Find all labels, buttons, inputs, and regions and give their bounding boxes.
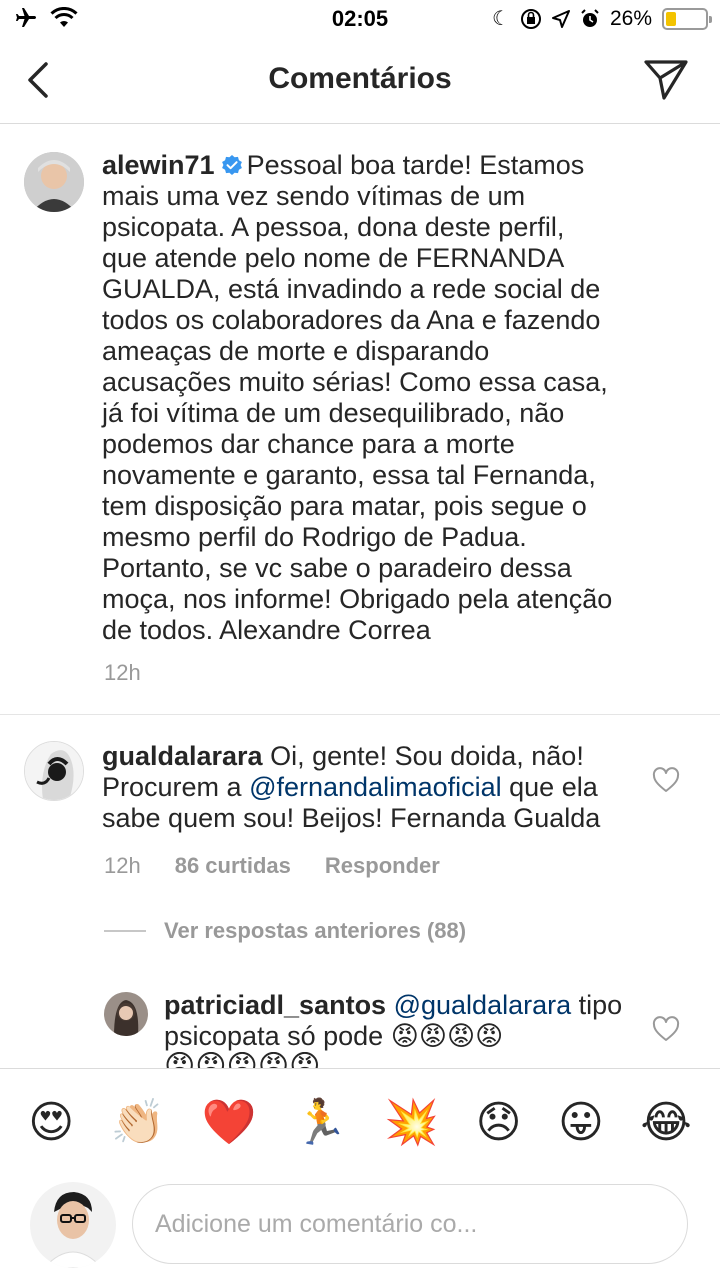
emoji-quick-bar: 😍 👏🏻 ❤️ 🏃 💥 😞 😛 😂 — [0, 1068, 720, 1176]
reply-text-block: patriciadl_santos @gualdalarara tipo psi… — [164, 990, 644, 1052]
view-previous-replies[interactable]: Ver respostas anteriores (88) — [104, 918, 466, 944]
alarm-icon — [581, 8, 599, 27]
likes-count[interactable]: 86 curtidas — [175, 853, 291, 879]
page-title: Comentários — [268, 62, 452, 95]
caption-comment: alewin71 Pessoal boa tarde! Estamos mais … — [0, 124, 720, 714]
reply-item: patriciadl_santos @gualdalarara tipo psi… — [0, 980, 720, 1068]
moon-icon: ☾ — [492, 8, 510, 30]
status-bar: 02:05 ☾ 26% — [0, 0, 720, 40]
battery-icon — [662, 7, 712, 30]
current-user-avatar — [30, 1182, 116, 1268]
comment-username[interactable]: gualdalarara — [102, 741, 263, 771]
orientation-lock-icon — [520, 8, 541, 29]
battery-percent: 26% — [609, 6, 652, 30]
battery-level — [666, 11, 676, 26]
timestamp: 12h — [104, 660, 141, 685]
emoji-collision[interactable]: 💥 — [384, 1098, 439, 1148]
mention-link[interactable]: @gualdalarara — [394, 990, 572, 1020]
emoji-runner[interactable]: 🏃 — [293, 1098, 348, 1148]
view-previous-label: Ver respostas anteriores (88) — [164, 918, 467, 943]
like-button[interactable] — [652, 767, 680, 793]
comment-username[interactable]: patriciadl_santos — [164, 990, 386, 1020]
status-right: ☾ 26% — [492, 6, 712, 31]
location-icon — [551, 9, 570, 28]
header: Comentários — [0, 40, 720, 124]
reply-emojis: 😡😡😡😡 — [390, 1021, 504, 1051]
emoji-tongue[interactable]: 😛 — [558, 1098, 604, 1148]
reply-button[interactable]: Responder — [325, 853, 440, 879]
caption-text-block: alewin71 Pessoal boa tarde! Estamos mais … — [102, 150, 616, 646]
avatar[interactable] — [104, 992, 148, 1036]
avatar[interactable] — [24, 741, 84, 801]
comment-input[interactable]: Adicione um comentário co... — [132, 1184, 688, 1264]
timestamp: 12h — [104, 853, 141, 878]
emoji-clapping[interactable]: 👏🏻 — [111, 1098, 166, 1148]
heart-icon — [652, 767, 680, 792]
comment-item: gualdalarara Oi, gente! Sou doida, não! … — [0, 715, 720, 915]
comment-meta: 12h 86 curtidas Responder — [104, 853, 440, 879]
comment-username[interactable]: alewin71 — [102, 150, 215, 180]
mention-link[interactable]: @fernandalimaoficial — [249, 772, 502, 802]
caption-text: Pessoal boa tarde! Estamos mais uma vez … — [102, 150, 613, 645]
comment-text-block: gualdalarara Oi, gente! Sou doida, não! … — [102, 741, 632, 834]
paper-plane-icon — [644, 60, 688, 100]
emoji-red-heart[interactable]: ❤️ — [202, 1098, 257, 1148]
reply-emojis-overflow: 😡😡😡😡😡 — [164, 1052, 320, 1068]
verified-badge-icon — [221, 155, 242, 175]
emoji-laughing[interactable]: 😂 — [640, 1098, 691, 1148]
comment-composer: Adicione um comentário co... — [0, 1176, 720, 1280]
avatar[interactable] — [24, 152, 84, 212]
emoji-disappointed[interactable]: 😞 — [476, 1098, 522, 1148]
like-button[interactable] — [652, 1016, 680, 1042]
emoji-heart-eyes[interactable]: 😍 — [28, 1098, 74, 1148]
divider-line — [104, 930, 146, 932]
direct-message-button[interactable] — [642, 56, 690, 104]
comment-input-placeholder: Adicione um comentário co... — [155, 1210, 478, 1238]
caption-meta: 12h — [104, 660, 141, 686]
heart-icon — [652, 1016, 680, 1041]
